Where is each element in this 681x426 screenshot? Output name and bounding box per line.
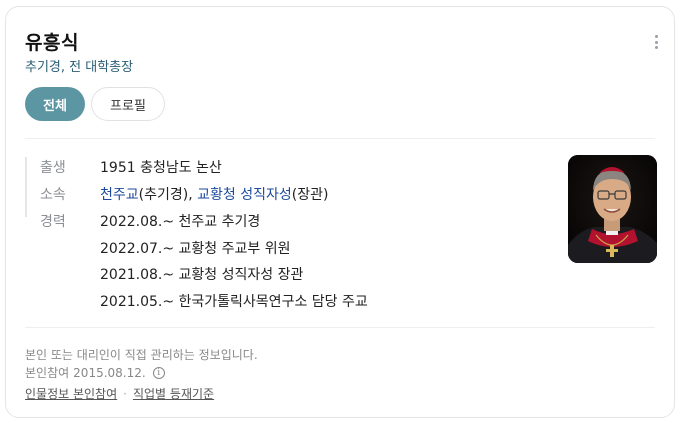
affiliation-link-catholic[interactable]: 천주교 — [100, 187, 139, 203]
separator-dot: · — [123, 386, 127, 401]
listing-criteria-link[interactable]: 직업별 등재기준 — [133, 385, 214, 402]
self-participation-link[interactable]: 인물정보 본인참여 — [25, 385, 117, 402]
affiliation-label: 소속 — [40, 187, 66, 203]
career-item: 2021.08.~ 교황청 성직자성 장관 — [100, 267, 304, 283]
career-item: 2022.08.~ 천주교 추기경 — [100, 214, 261, 230]
person-subtitle: 추기경, 전 대학총장 — [25, 60, 134, 75]
info-accent-bar — [25, 157, 27, 217]
tab-bar: 전체 프로필 — [25, 87, 165, 121]
tab-all[interactable]: 전체 — [25, 87, 85, 121]
profile-photo[interactable] — [568, 155, 657, 263]
person-name[interactable]: 유흥식 — [25, 28, 79, 55]
divider — [25, 138, 655, 139]
participation-info: 본인참여 2015.08.12. i — [25, 364, 165, 381]
footer-links: 인물정보 본인참여 · 직업별 등재기준 — [25, 385, 214, 402]
affiliation-text-2: (장관) — [291, 187, 329, 203]
affiliation-text-1: (추기경), — [138, 187, 198, 203]
career-label: 경력 — [40, 214, 66, 230]
birth-label: 출생 — [40, 160, 66, 176]
career-item: 2022.07.~ 교황청 주교부 위원 — [100, 241, 291, 257]
divider — [25, 327, 655, 328]
participation-label: 본인참여 — [25, 366, 70, 380]
affiliation-value: 천주교(추기경), 교황청 성직자성(장관) — [100, 184, 328, 204]
affiliation-link-dicastery[interactable]: 교황청 성직자성 — [197, 187, 292, 203]
managed-notice: 본인 또는 대리인이 직접 관리하는 정보입니다. — [25, 348, 258, 362]
more-options-icon[interactable] — [654, 35, 658, 49]
tab-profile[interactable]: 프로필 — [91, 87, 165, 121]
info-icon[interactable]: i — [152, 366, 165, 379]
profile-card: 유흥식 추기경, 전 대학총장 전체 프로필 출생 1951 충청남도 논산 소… — [5, 6, 675, 418]
participation-date: 2015.08.12. — [73, 365, 146, 380]
career-item: 2021.05.~ 한국가톨릭사목연구소 담당 주교 — [100, 294, 368, 310]
birth-value: 1951 충청남도 논산 — [100, 160, 222, 176]
